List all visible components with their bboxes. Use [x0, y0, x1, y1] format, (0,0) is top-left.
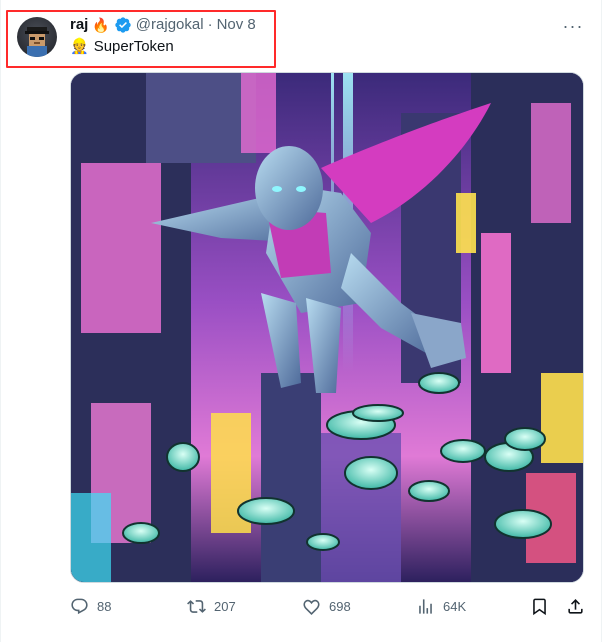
bookmark-button[interactable] [530, 594, 549, 618]
views-button[interactable]: 64K [416, 594, 466, 618]
reply-count: 88 [97, 598, 112, 614]
heart-icon [303, 599, 320, 615]
like-count: 698 [329, 598, 351, 614]
reply-icon [71, 598, 88, 614]
tweet-actions: 88 207 698 64K [70, 594, 590, 618]
retweet-count: 207 [214, 598, 236, 614]
superhero-city-image-icon [71, 73, 583, 582]
share-icon [568, 598, 583, 614]
tweet-image[interactable] [70, 72, 584, 583]
retweet-button[interactable]: 207 [187, 594, 236, 618]
retweet-icon [187, 599, 206, 613]
tweet[interactable]: raj 🔥 @rajgokal · Nov 8 👷 SuperToken ··· [0, 0, 602, 642]
share-button[interactable] [566, 594, 585, 618]
reply-button[interactable]: 88 [70, 594, 111, 618]
more-options-button[interactable]: ··· [560, 13, 586, 39]
views-count: 64K [443, 598, 467, 614]
bookmark-icon [533, 598, 546, 615]
like-button[interactable]: 698 [302, 594, 351, 618]
annotation-highlight-box [6, 10, 276, 68]
analytics-icon [419, 598, 432, 614]
